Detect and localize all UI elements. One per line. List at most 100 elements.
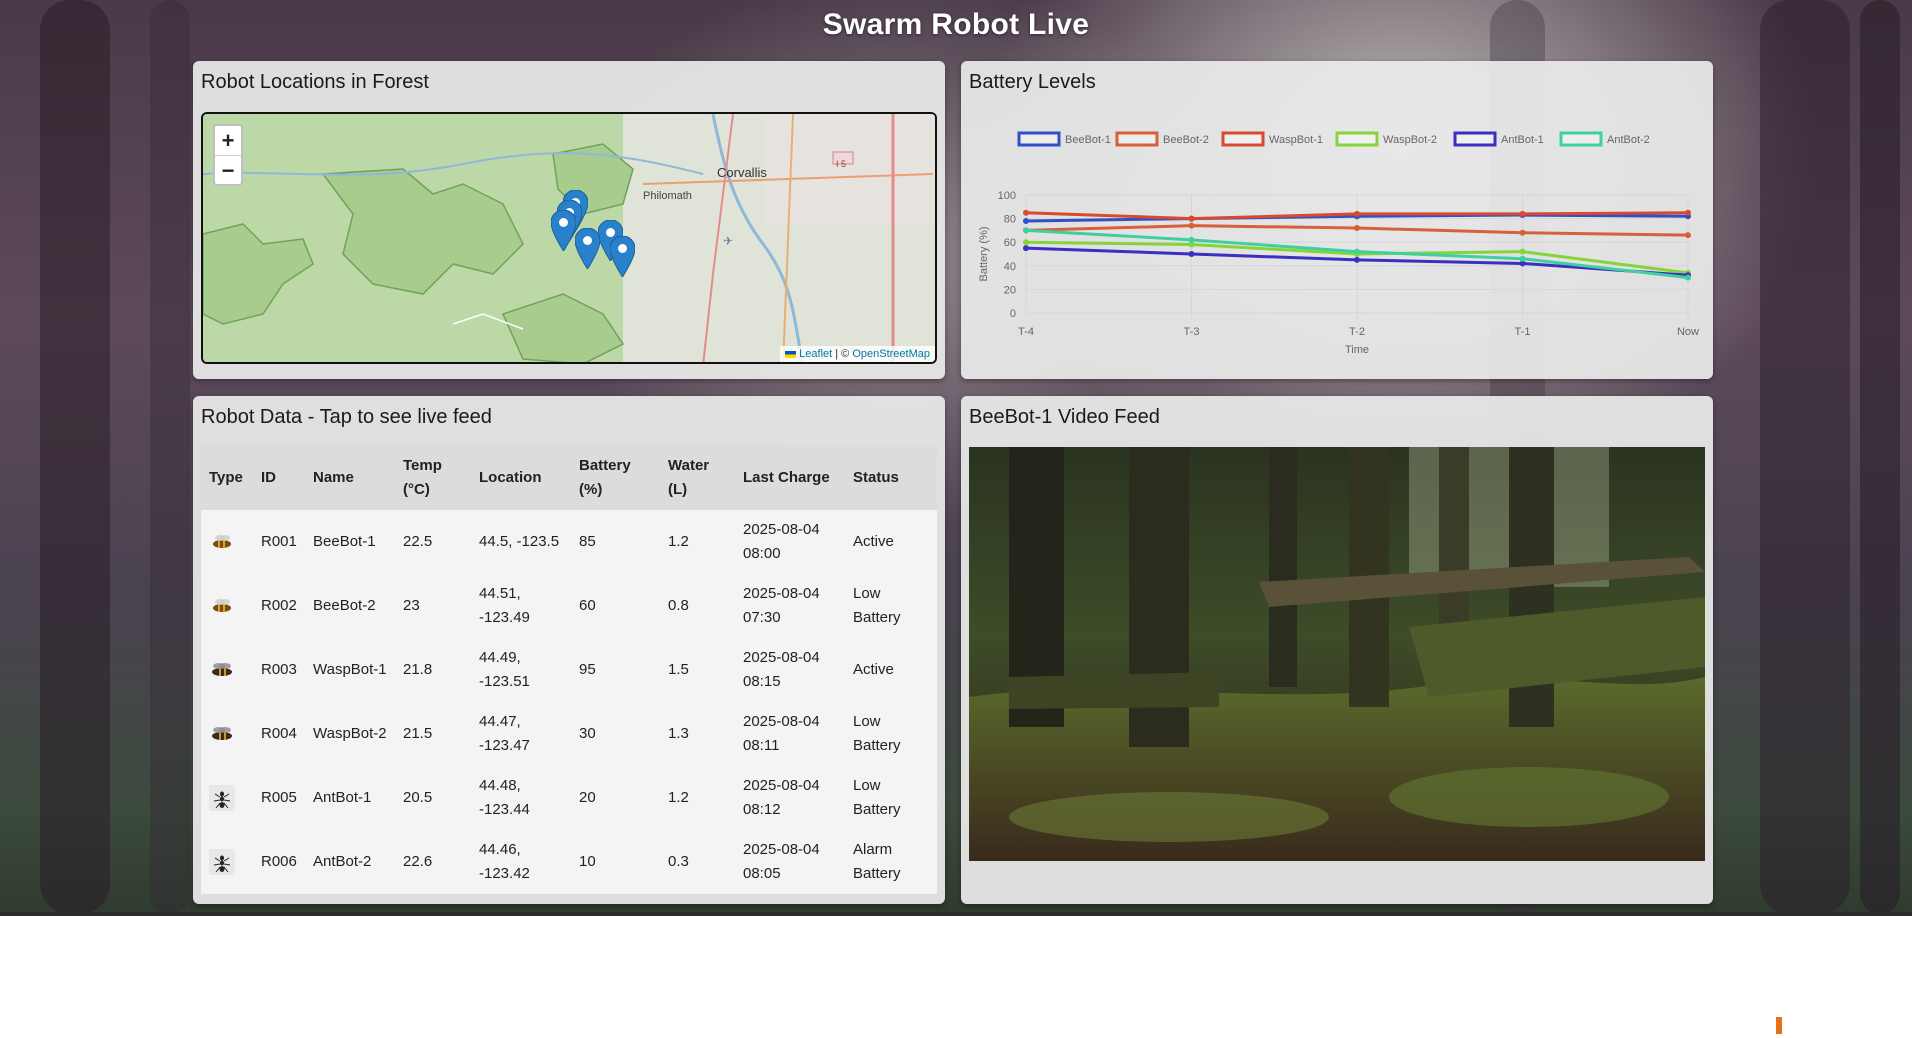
map-marker-icon[interactable] [575, 228, 600, 269]
zoom-in-button[interactable]: + [215, 126, 241, 155]
table-row[interactable]: R005 AntBot-1 20.5 44.48, -123.44 20 1.2 2025-… [201, 766, 937, 830]
water-cell: 0.8 [660, 574, 735, 638]
zoom-out-button[interactable]: − [215, 155, 241, 184]
data-point [1188, 251, 1195, 257]
data-point [1354, 248, 1360, 255]
openstreetmap-link[interactable]: OpenStreetMap [852, 348, 930, 360]
table-row[interactable]: R004 WaspBot-2 21.5 44.47, -123.47 30 1.3 2025… [201, 702, 937, 766]
table-row[interactable]: R003 WaspBot-1 21.8 44.49, -123.51 95 1.5 2025… [201, 638, 937, 702]
column-header-water: Water (L) [668, 457, 710, 498]
map-marker-icon[interactable] [610, 236, 635, 277]
status-cell: Low Battery [845, 574, 937, 638]
robot-map[interactable]: Corvallis Philomath I 5 ✈ + − Leaflet | … [201, 112, 937, 364]
data-point [1023, 227, 1029, 234]
ant-icon [209, 785, 235, 811]
battery-panel: Battery Levels 0 20 40 60 80 100 T-4 T-3 T-2 T-1 N… [961, 61, 1713, 379]
data-point [1685, 209, 1691, 216]
robot-table: Type ID Name Temp (°C) Location Battery … [201, 446, 937, 894]
data-point [1188, 215, 1195, 222]
name-cell: BeeBot-1 [305, 510, 395, 574]
type-cell [201, 702, 253, 766]
data-point [1685, 232, 1691, 239]
status-cell: Active [845, 510, 937, 574]
column-header-status: Status [853, 469, 899, 486]
column-header-type: Type [209, 469, 243, 486]
leaflet-link[interactable]: Leaflet [799, 348, 832, 360]
column-header-location: Location [479, 469, 542, 486]
bee-icon [209, 593, 235, 619]
x-tick-label: T-4 [1018, 326, 1034, 338]
name-cell: AntBot-1 [305, 766, 395, 830]
city-label-philomath: Philomath [643, 190, 692, 202]
wasp-icon [209, 721, 235, 747]
battery-cell: 85 [571, 510, 660, 574]
flag-icon [785, 350, 797, 358]
data-point [1354, 225, 1360, 232]
legend-label: WaspBot-1 [1269, 134, 1323, 146]
temp-cell: 21.5 [395, 702, 471, 766]
location-cell: 44.47, -123.47 [471, 702, 571, 766]
data-point [1354, 256, 1360, 263]
data-point [1519, 229, 1526, 236]
attribution-separator: | © [832, 348, 853, 360]
y-tick-label: 40 [1004, 261, 1016, 273]
id-cell: R001 [253, 510, 305, 574]
x-tick-label: T-1 [1515, 326, 1531, 338]
location-cell: 44.48, -123.44 [471, 766, 571, 830]
temp-cell: 23 [395, 574, 471, 638]
data-point [1023, 209, 1029, 216]
type-cell [201, 766, 253, 830]
data-point [1023, 217, 1029, 224]
type-cell [201, 510, 253, 574]
location-cell: 44.46, -123.42 [471, 830, 571, 894]
data-point [1519, 210, 1526, 217]
x-axis-label: Time [1345, 344, 1369, 356]
x-tick-label: T-3 [1184, 326, 1200, 338]
video-feed[interactable] [969, 447, 1705, 861]
data-point [1188, 222, 1195, 229]
robot-data-panel-title: Robot Data - Tap to see live feed [201, 406, 492, 428]
battery-cell: 10 [571, 830, 660, 894]
column-header-id: ID [261, 469, 276, 486]
table-row[interactable]: R006 AntBot-2 22.6 44.46, -123.42 10 0.3 2025-… [201, 830, 937, 894]
video-panel: BeeBot-1 Video Feed [961, 396, 1713, 904]
forest-video-frame [969, 447, 1705, 861]
data-point [1023, 245, 1029, 252]
location-cell: 44.51, -123.49 [471, 574, 571, 638]
legend-label: AntBot-2 [1607, 134, 1650, 146]
legend-label: WaspBot-2 [1383, 134, 1437, 146]
type-cell [201, 574, 253, 638]
last-charge-cell: 2025-08-04 07:30 [735, 574, 845, 638]
accent-marker [1776, 1017, 1782, 1034]
temp-cell: 21.8 [395, 638, 471, 702]
id-cell: R004 [253, 702, 305, 766]
table-row[interactable]: R001 BeeBot-1 22.5 44.5, -123.5 85 1.2 2025-08… [201, 510, 937, 574]
battery-cell: 20 [571, 766, 660, 830]
map-panel-title: Robot Locations in Forest [201, 71, 429, 93]
id-cell: R006 [253, 830, 305, 894]
name-cell: WaspBot-2 [305, 702, 395, 766]
data-point [1354, 210, 1360, 217]
battery-chart: 0 20 40 60 80 100 T-4 T-3 T-2 T-1 Now Time Battery (… [978, 131, 1699, 356]
wasp-icon [209, 657, 235, 683]
battery-panel-title: Battery Levels [969, 71, 1096, 93]
last-charge-cell: 2025-08-04 08:05 [735, 830, 845, 894]
map-marker-icon[interactable] [551, 210, 576, 251]
water-cell: 1.5 [660, 638, 735, 702]
table-row[interactable]: R002 BeeBot-2 23 44.51, -123.49 60 0.8 2025-08… [201, 574, 937, 638]
status-cell: Alarm Battery [845, 830, 937, 894]
last-charge-cell: 2025-08-04 08:00 [735, 510, 845, 574]
ant-icon [209, 849, 235, 875]
status-cell: Low Battery [845, 766, 937, 830]
legend-label: AntBot-1 [1501, 134, 1544, 146]
battery-cell: 30 [571, 702, 660, 766]
temp-cell: 20.5 [395, 766, 471, 830]
legend-swatch [1453, 131, 1497, 147]
data-point [1023, 239, 1029, 246]
legend-swatch [1335, 131, 1379, 147]
x-tick-label: T-2 [1349, 326, 1365, 338]
last-charge-cell: 2025-08-04 08:11 [735, 702, 845, 766]
legend-swatch [1221, 131, 1265, 147]
name-cell: WaspBot-1 [305, 638, 395, 702]
water-cell: 1.2 [660, 766, 735, 830]
